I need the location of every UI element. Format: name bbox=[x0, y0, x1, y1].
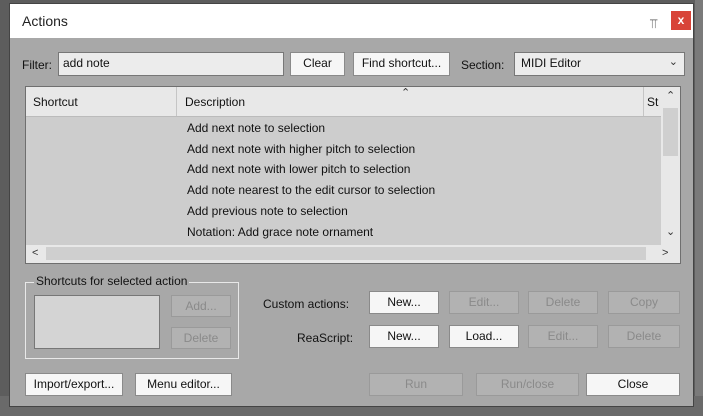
column-shortcut[interactable]: Shortcut bbox=[33, 95, 78, 109]
section-select[interactable]: MIDI Editor ⌄ bbox=[514, 52, 685, 76]
reascript-delete-button[interactable]: Delete bbox=[608, 325, 680, 348]
list-item[interactable]: Add note nearest to the edit cursor to s… bbox=[187, 183, 435, 197]
reascript-edit-button[interactable]: Edit... bbox=[528, 325, 598, 348]
background-edge bbox=[695, 0, 703, 396]
horizontal-scrollbar[interactable]: < > bbox=[26, 245, 680, 263]
column-divider[interactable] bbox=[176, 87, 177, 116]
horizontal-scroll-thumb[interactable] bbox=[46, 247, 646, 260]
custom-actions-label: Custom actions: bbox=[263, 297, 350, 311]
run-button[interactable]: Run bbox=[369, 373, 463, 396]
run-close-button[interactable]: Run/close bbox=[476, 373, 579, 396]
chevron-down-icon: ⌄ bbox=[668, 56, 678, 68]
section-label: Section: bbox=[461, 58, 505, 72]
reascript-new-button[interactable]: New... bbox=[369, 325, 439, 348]
list-item[interactable]: Add previous note to selection bbox=[187, 204, 348, 218]
delete-shortcut-button[interactable]: Delete bbox=[171, 327, 231, 349]
custom-new-button[interactable]: New... bbox=[369, 291, 439, 314]
shortcuts-group: Shortcuts for selected action Add... Del… bbox=[25, 274, 239, 359]
actions-list[interactable]: Shortcut Description ⌃ St Add next note … bbox=[25, 86, 681, 264]
pin-icon[interactable]: ⫪ bbox=[650, 16, 657, 32]
list-item[interactable]: Add next note with lower pitch to select… bbox=[187, 162, 410, 176]
column-description[interactable]: Description bbox=[185, 95, 245, 109]
custom-edit-button[interactable]: Edit... bbox=[449, 291, 519, 314]
chevron-up-icon: ⌃ bbox=[401, 87, 411, 99]
close-window-button[interactable]: x bbox=[671, 11, 691, 30]
list-item[interactable]: Add next note to selection bbox=[187, 121, 325, 135]
scroll-up-icon[interactable]: ⌃ bbox=[666, 89, 675, 102]
list-header: Shortcut Description ⌃ St bbox=[26, 87, 661, 117]
menu-editor-button[interactable]: Menu editor... bbox=[135, 373, 232, 396]
custom-copy-button[interactable]: Copy bbox=[608, 291, 680, 314]
column-state[interactable]: St bbox=[647, 95, 659, 109]
find-shortcut-button[interactable]: Find shortcut... bbox=[353, 52, 450, 76]
custom-delete-button[interactable]: Delete bbox=[528, 291, 598, 314]
scroll-left-icon[interactable]: < bbox=[32, 247, 38, 259]
scroll-right-icon[interactable]: > bbox=[662, 247, 668, 259]
clear-button[interactable]: Clear bbox=[290, 52, 345, 76]
section-value: MIDI Editor bbox=[521, 56, 582, 70]
vertical-scroll-thumb[interactable] bbox=[663, 108, 678, 156]
vertical-scrollbar[interactable]: ⌃ ⌄ bbox=[661, 87, 680, 245]
shortcuts-legend: Shortcuts for selected action bbox=[34, 274, 190, 288]
import-export-button[interactable]: Import/export... bbox=[25, 373, 123, 396]
list-item[interactable]: Add next note with higher pitch to selec… bbox=[187, 142, 415, 156]
add-shortcut-button[interactable]: Add... bbox=[171, 295, 231, 317]
filter-input[interactable]: add note bbox=[58, 52, 284, 76]
reascript-load-button[interactable]: Load... bbox=[449, 325, 519, 348]
window-title: Actions bbox=[22, 13, 68, 29]
filter-label: Filter: bbox=[22, 58, 52, 72]
close-button[interactable]: Close bbox=[586, 373, 680, 396]
shortcuts-listbox[interactable] bbox=[34, 295, 160, 349]
title-bar[interactable]: Actions ⫪ x bbox=[10, 4, 693, 38]
actions-dialog: Actions ⫪ x Filter: add note Clear Find … bbox=[9, 3, 694, 407]
scroll-down-icon[interactable]: ⌄ bbox=[666, 225, 675, 238]
column-divider[interactable] bbox=[643, 87, 644, 116]
list-item[interactable]: Notation: Add grace note ornament bbox=[187, 225, 373, 239]
reascript-label: ReaScript: bbox=[297, 331, 354, 345]
